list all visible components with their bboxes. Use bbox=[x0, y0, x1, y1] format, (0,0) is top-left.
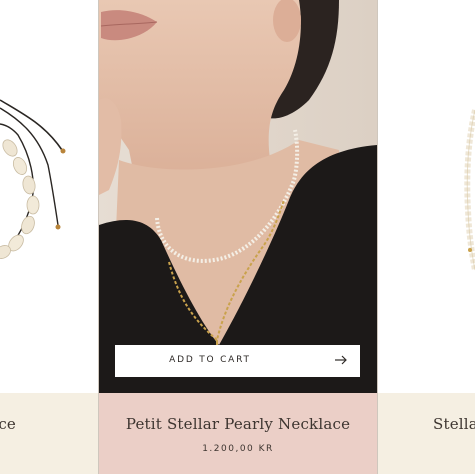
add-to-cart-button[interactable]: ADD TO CART bbox=[115, 345, 360, 377]
product-name-fragment[interactable]: Stellar bbox=[433, 415, 475, 433]
product-price: 1.200,00 KR bbox=[202, 444, 274, 454]
product-card-right[interactable]: Stellar bbox=[378, 0, 475, 474]
product-info: Stellar bbox=[378, 393, 475, 474]
product-card-left[interactable]: ace bbox=[0, 0, 98, 474]
arrow-right-icon bbox=[334, 354, 348, 369]
product-image[interactable] bbox=[99, 0, 377, 393]
product-card[interactable]: ADD TO CART Petit Stellar Pearly Necklac… bbox=[99, 0, 377, 474]
add-to-cart-label: ADD TO CART bbox=[169, 355, 251, 365]
product-name-fragment[interactable]: ace bbox=[0, 415, 16, 433]
product-info: ace bbox=[0, 393, 98, 474]
product-image[interactable] bbox=[378, 0, 475, 393]
product-image[interactable] bbox=[0, 0, 98, 393]
product-info: Petit Stellar Pearly Necklace 1.200,00 K… bbox=[99, 393, 377, 474]
product-name[interactable]: Petit Stellar Pearly Necklace bbox=[99, 415, 377, 433]
